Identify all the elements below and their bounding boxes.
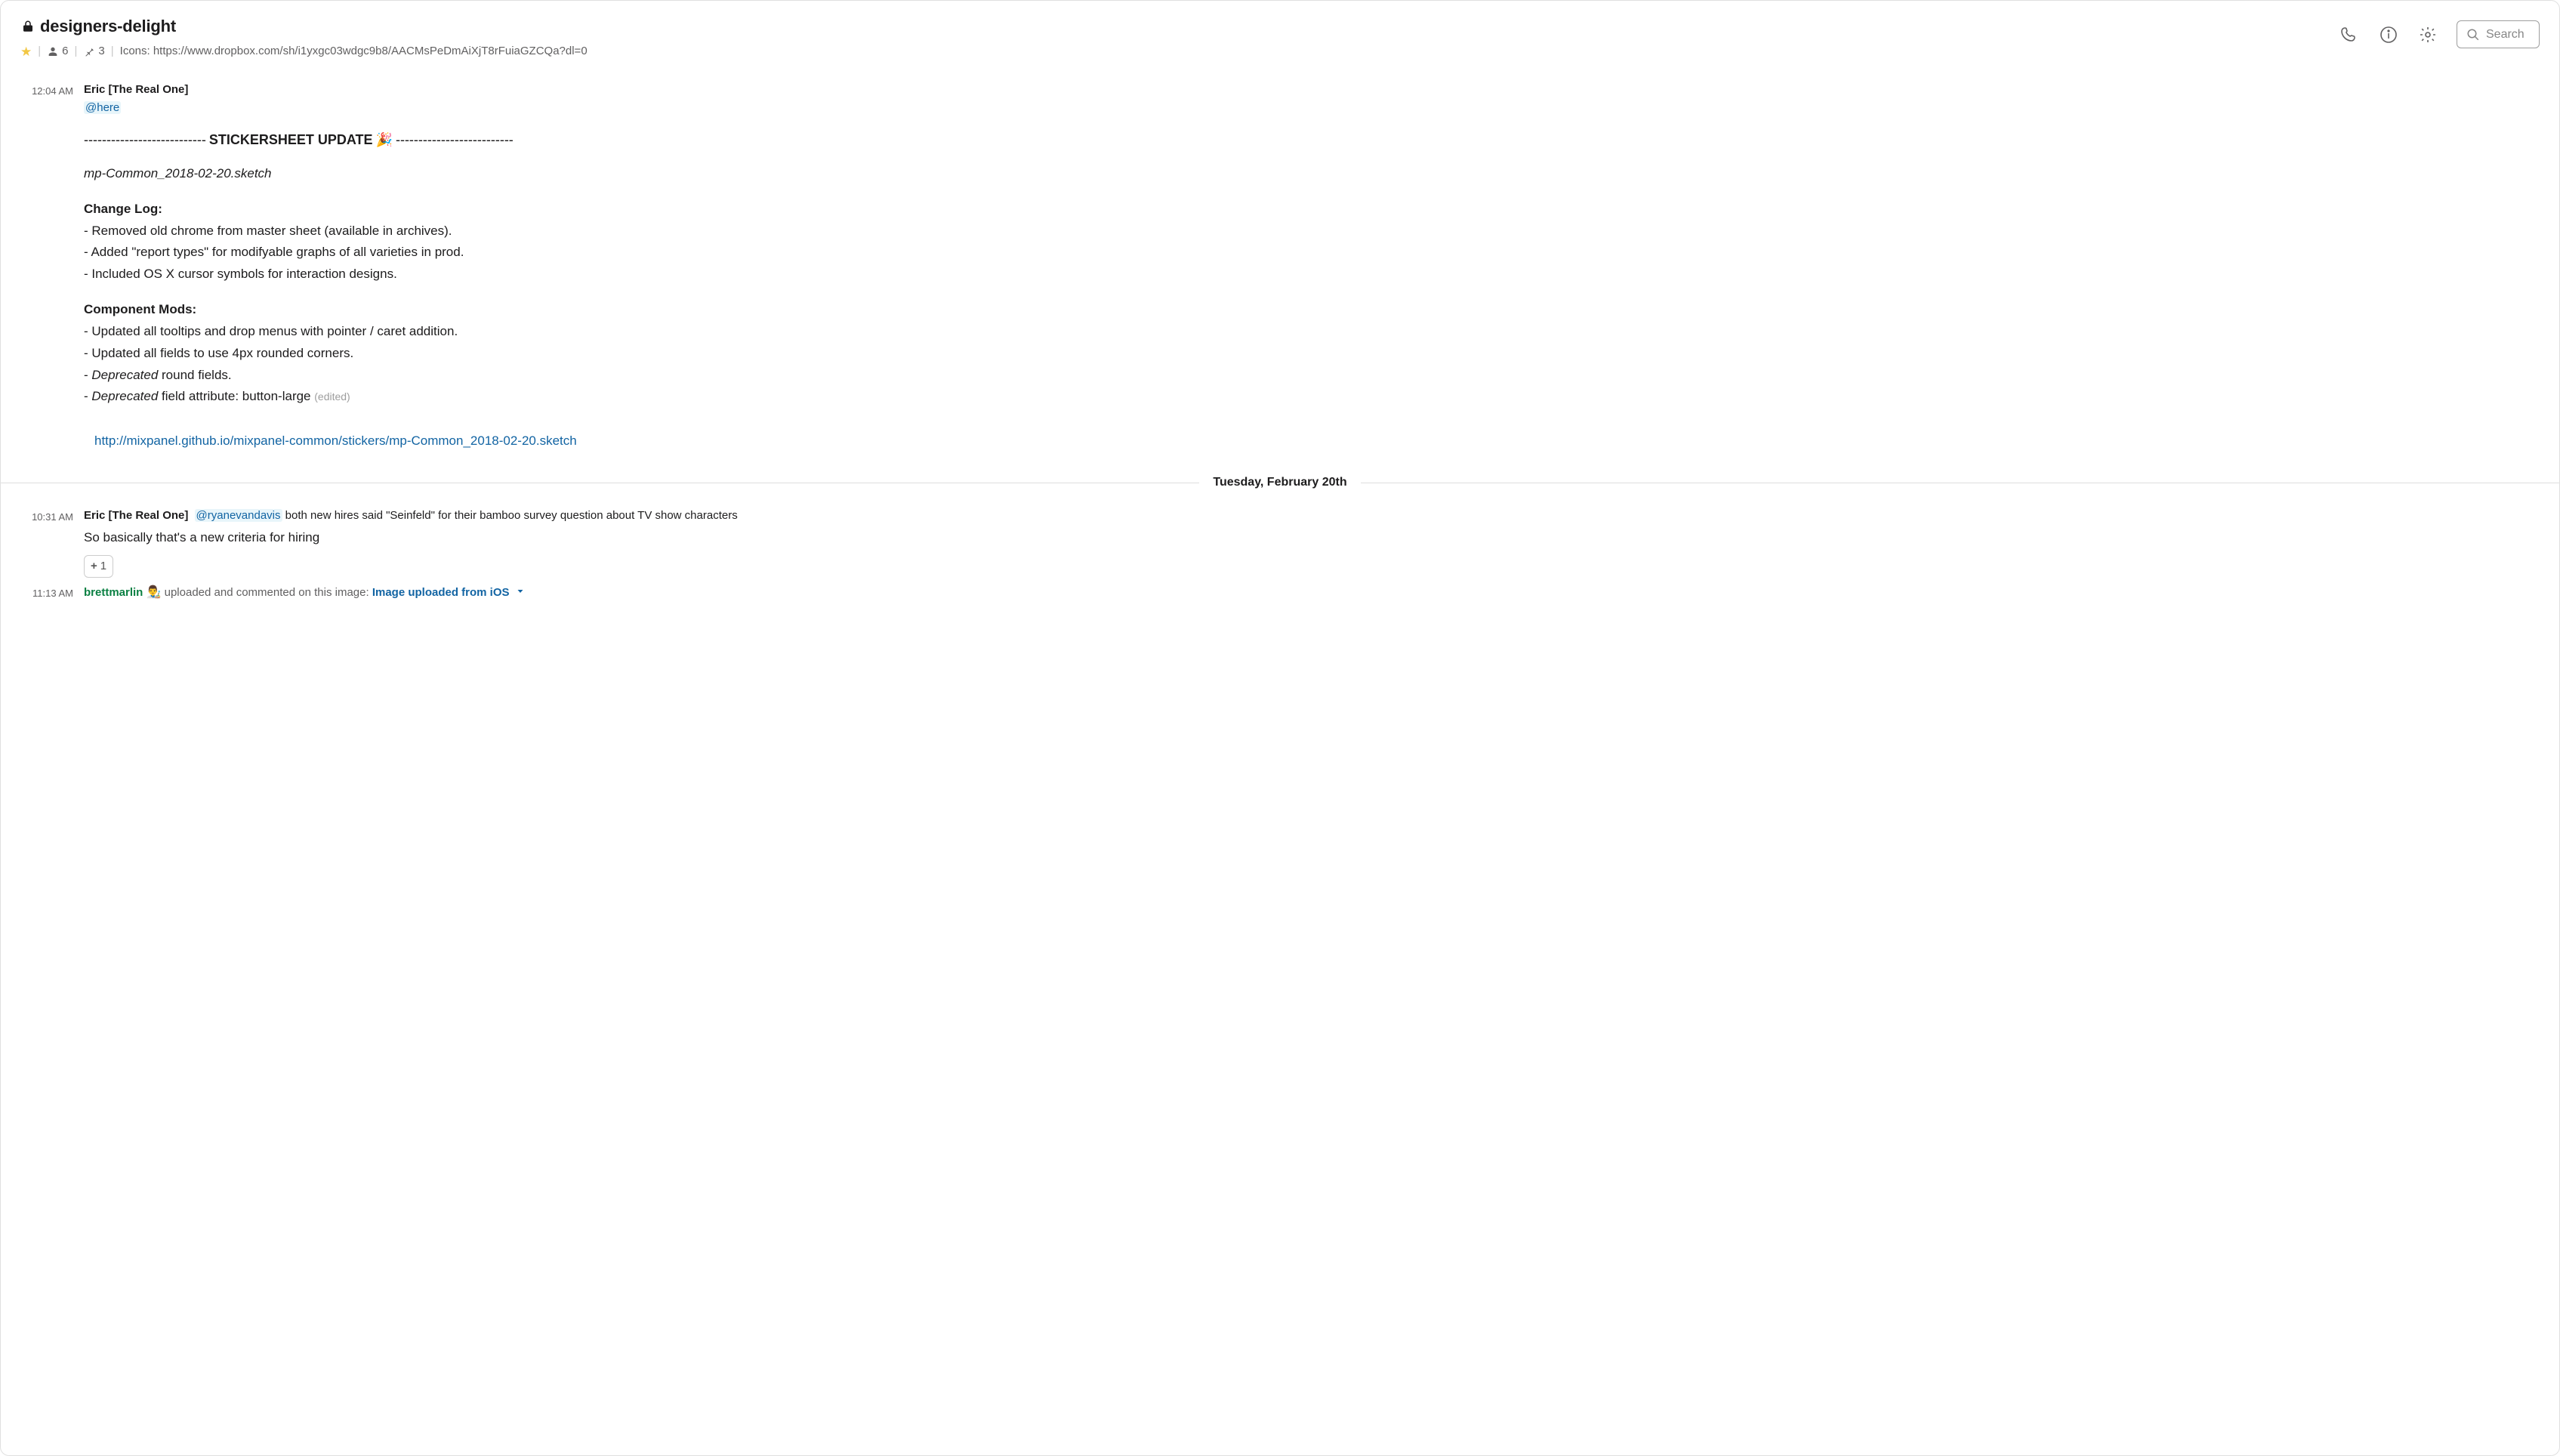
meta-separator: | [111, 43, 114, 60]
meta-separator: | [38, 43, 41, 60]
party-popper-icon: 🎉 [376, 130, 393, 150]
mention-user[interactable]: @ryanevandavis [195, 509, 282, 522]
plus-icon: + [91, 558, 97, 575]
artist-emoji-icon: 👨‍🎨 [147, 586, 162, 599]
changelog-heading: Change Log: [84, 200, 2540, 219]
lock-icon [20, 19, 35, 34]
reaction-count: 1 [100, 558, 106, 575]
pin-count-value: 3 [98, 43, 104, 60]
edited-label: (edited) [314, 390, 350, 403]
channel-header: designers-delight ★ | 6 | 3 [1, 1, 2559, 68]
star-icon[interactable]: ★ [20, 45, 32, 58]
component-mod-item: - Deprecated field attribute: button-lar… [84, 387, 2540, 406]
changelog-item: - Removed old chrome from master sheet (… [84, 222, 2540, 241]
upload-text: uploaded and commented on this image: [165, 586, 372, 599]
person-icon [47, 45, 59, 57]
channel-topic[interactable]: Icons: https://www.dropbox.com/sh/i1yxgc… [120, 43, 588, 60]
message: 12:04 AM Eric [The Real One] @here -----… [1, 79, 2559, 454]
search-placeholder: Search [2486, 26, 2525, 43]
add-reaction-button[interactable]: + 1 [84, 555, 113, 578]
pin-count[interactable]: 3 [83, 43, 104, 60]
message-text: both new hires said "Seinfeld" for their… [282, 509, 738, 522]
message-author[interactable]: Eric [The Real One] [84, 509, 188, 522]
member-count-value: 6 [62, 43, 68, 60]
message-list: 12:04 AM Eric [The Real One] @here -----… [1, 68, 2559, 1455]
message-text: So basically that's a new criteria for h… [84, 529, 2540, 548]
mention-here[interactable]: @here [84, 101, 121, 114]
member-count[interactable]: 6 [47, 43, 68, 60]
component-mod-item: - Deprecated round fields. [84, 366, 2540, 385]
sketch-download-link[interactable]: http://mixpanel.github.io/mixpanel-commo… [94, 433, 577, 448]
stickersheet-banner: --------------------------- STICKERSHEET… [84, 130, 2540, 150]
pin-icon [83, 45, 95, 57]
component-mod-item: - Updated all fields to use 4px rounded … [84, 344, 2540, 363]
message-author[interactable]: brettmarlin [84, 586, 143, 599]
phone-icon[interactable] [2339, 24, 2360, 45]
message: 10:31 AM Eric [The Real One] @ryanevanda… [1, 504, 2559, 581]
message-timestamp: 12:04 AM [32, 85, 73, 97]
date-divider: Tuesday, February 20th [1, 474, 2559, 491]
message-author[interactable]: Eric [The Real One] [84, 83, 188, 96]
component-mods-heading: Component Mods: [84, 301, 2540, 319]
search-input[interactable]: Search [2457, 20, 2540, 48]
gear-icon[interactable] [2417, 24, 2438, 45]
message-timestamp: 11:13 AM [32, 588, 73, 599]
date-divider-label: Tuesday, February 20th [1199, 476, 1360, 489]
uploaded-file-link[interactable]: Image uploaded from iOS [372, 586, 510, 599]
chevron-down-icon[interactable] [516, 585, 525, 601]
meta-separator: | [75, 43, 78, 60]
changelog-item: - Added "report types" for modifyable gr… [84, 243, 2540, 262]
message-timestamp: 10:31 AM [32, 511, 73, 523]
channel-name[interactable]: designers-delight [40, 14, 176, 39]
changelog-item: - Included OS X cursor symbols for inter… [84, 265, 2540, 284]
sketch-filename: mp-Common_2018-02-20.sketch [84, 165, 2540, 184]
message: 11:13 AM brettmarlin 👨‍🎨 uploaded and co… [1, 581, 2559, 605]
component-mod-item: - Updated all tooltips and drop menus wi… [84, 322, 2540, 341]
info-icon[interactable] [2378, 24, 2399, 45]
search-icon [2466, 28, 2480, 42]
